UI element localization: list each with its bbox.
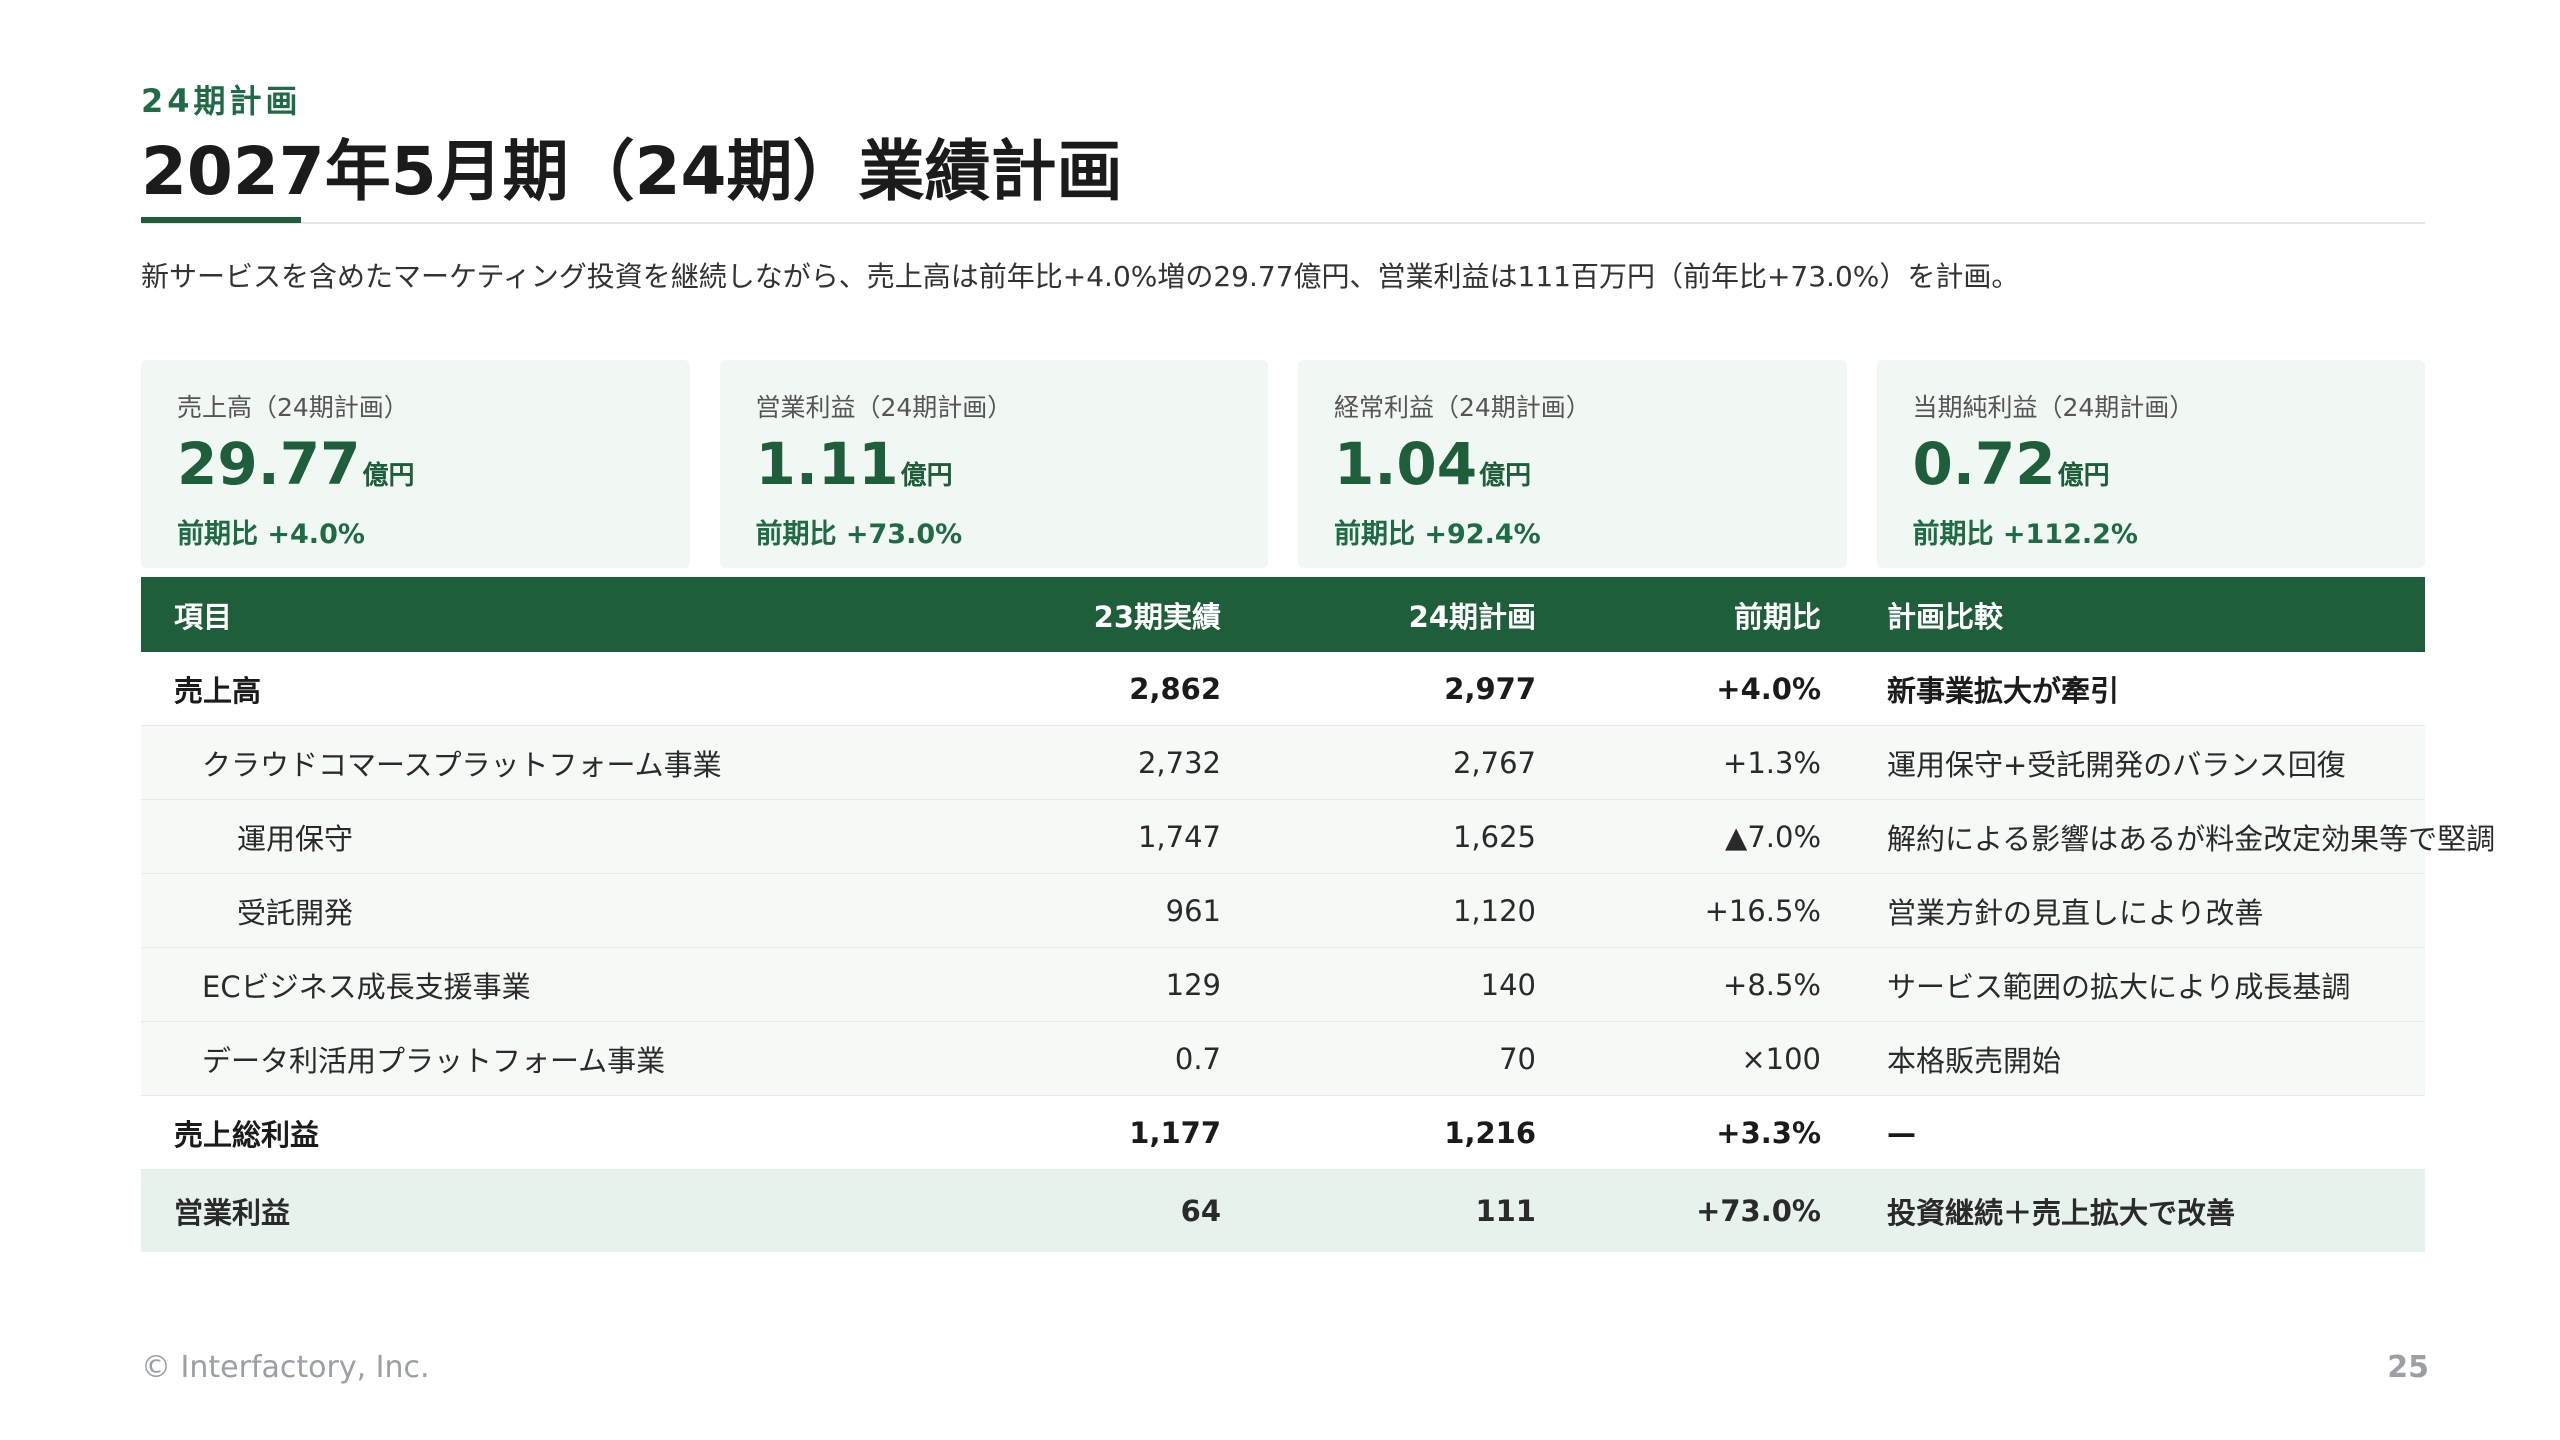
kpi-number: 1.04 [1334, 430, 1478, 498]
row-yoy: +1.3% [1536, 725, 1821, 800]
row-prev: 961 [911, 873, 1221, 948]
kpi-label: 経常利益（24期計画） [1334, 393, 1591, 422]
row-note: サービス範囲の拡大により成長基調 [1821, 947, 2425, 1022]
row-item: 運用保守 [141, 799, 911, 874]
row-note: 投資継続＋売上拡大で改善 [1821, 1169, 2425, 1252]
header-note: 計画比較 [1821, 577, 2425, 652]
row-note: 本格販売開始 [1821, 1021, 2425, 1096]
row-note: — [1821, 1095, 2425, 1170]
kpi-unit: 億円 [900, 461, 953, 491]
row-yoy: +73.0% [1536, 1169, 1821, 1252]
header-item: 項目 [141, 577, 911, 652]
table-row-total: 営業利益 64 111 +73.0% 投資継続＋売上拡大で改善 [141, 1169, 2425, 1252]
kpi-value: 0.72億円 [1913, 430, 2390, 498]
kpi-unit: 億円 [362, 461, 415, 491]
kpi-diff: 前期比 +4.0% [177, 519, 365, 550]
row-item: 売上高 [141, 652, 911, 726]
row-yoy: +3.3% [1536, 1095, 1821, 1170]
row-item: 営業利益 [141, 1169, 911, 1252]
header-yoy: 前期比 [1536, 577, 1821, 652]
header-plan: 24期計画 [1221, 577, 1536, 652]
kpi-card-operating-profit: 営業利益（24期計画） 1.11億円 前期比 +73.0% [719, 360, 1268, 568]
kpi-diff: 前期比 +112.2% [1912, 519, 2138, 550]
page-number: 25 [2387, 1350, 2429, 1385]
kpi-card-sales: 売上高（24期計画） 29.77億円 前期比 +4.0% [141, 360, 690, 568]
row-plan: 70 [1221, 1021, 1536, 1096]
lead-text: 新サービスを含めたマーケティング投資を継続しながら、売上高は前年比+4.0%増の… [141, 260, 2020, 293]
kpi-diff: 前期比 +73.0% [755, 519, 963, 550]
title-divider [141, 222, 2425, 224]
table-row: 売上総利益 1,177 1,216 +3.3% — [141, 1095, 2425, 1170]
page-title: 2027年5月期（24期）業績計画 [141, 133, 1123, 210]
row-item: ECビジネス成長支援事業 [141, 947, 911, 1022]
row-plan: 1,120 [1221, 873, 1536, 948]
kpi-number: 1.11 [755, 430, 899, 498]
slide: 24期計画 2027年5月期（24期）業績計画 新サービスを含めたマーケティング… [0, 0, 2560, 1440]
row-prev: 1,177 [911, 1095, 1221, 1170]
title-divider-accent [141, 217, 301, 223]
row-plan: 2,767 [1221, 725, 1536, 800]
row-yoy: ▲7.0% [1536, 799, 1821, 874]
kpi-unit: 億円 [2057, 461, 2110, 491]
row-note: 運用保守+受託開発のバランス回復 [1821, 725, 2425, 800]
row-yoy: +16.5% [1536, 873, 1821, 948]
row-prev: 129 [911, 947, 1221, 1022]
row-item: データ利活用プラットフォーム事業 [141, 1021, 911, 1096]
kpi-unit: 億円 [1479, 461, 1532, 491]
row-note: 新事業拡大が牽引 [1821, 652, 2425, 726]
plan-table: 項目 23期実績 24期計画 前期比 計画比較 売上高 2,862 2,977 … [141, 577, 2495, 1252]
kpi-number: 29.77 [177, 430, 361, 498]
row-prev: 64 [911, 1169, 1221, 1252]
table-row: 売上高 2,862 2,977 +4.0% 新事業拡大が牽引 [141, 652, 2425, 726]
row-plan: 140 [1221, 947, 1536, 1022]
table-row: 運用保守 1,747 1,625 ▲7.0% 解約による影響はあるが料金改定効果… [141, 799, 2495, 874]
row-plan: 111 [1221, 1169, 1536, 1252]
row-plan: 1,216 [1221, 1095, 1536, 1170]
row-item: クラウドコマースプラットフォーム事業 [141, 725, 911, 800]
row-note: 営業方針の見直しにより改善 [1821, 873, 2425, 948]
table-header-row: 項目 23期実績 24期計画 前期比 計画比較 [141, 577, 2425, 652]
kpi-value: 1.11億円 [756, 430, 1233, 498]
header-prev: 23期実績 [911, 577, 1221, 652]
kpi-value: 29.77億円 [177, 430, 654, 498]
kpi-label: 営業利益（24期計画） [755, 393, 1013, 422]
row-prev: 2,732 [911, 725, 1221, 800]
kpi-cards: 売上高（24期計画） 29.77億円 前期比 +4.0% 営業利益（24期計画）… [141, 360, 2425, 568]
kpi-value: 1.04億円 [1334, 430, 1811, 498]
row-item: 受託開発 [141, 873, 911, 948]
row-yoy: ×100 [1536, 1021, 1821, 1096]
table-row: クラウドコマースプラットフォーム事業 2,732 2,767 +1.3% 運用保… [141, 725, 2425, 800]
kpi-diff: 前期比 +92.4% [1334, 519, 1541, 550]
row-plan: 1,625 [1221, 799, 1536, 874]
kpi-number: 0.72 [1912, 430, 2056, 498]
kpi-label: 売上高（24期計画） [177, 393, 409, 422]
copyright: © Interfactory, Inc. [141, 1350, 430, 1385]
row-note: 解約による影響はあるが料金改定効果等で堅調 [1821, 799, 2495, 874]
row-item: 売上総利益 [141, 1095, 911, 1170]
kpi-label: 当期純利益（24期計画） [1912, 393, 2195, 422]
row-prev: 1,747 [911, 799, 1221, 874]
row-prev: 2,862 [911, 652, 1221, 726]
kpi-card-net-income: 当期純利益（24期計画） 0.72億円 前期比 +112.2% [1876, 360, 2425, 568]
table-row: データ利活用プラットフォーム事業 0.7 70 ×100 本格販売開始 [141, 1021, 2425, 1096]
row-yoy: +8.5% [1536, 947, 1821, 1022]
row-plan: 2,977 [1221, 652, 1536, 726]
row-prev: 0.7 [911, 1021, 1221, 1096]
section-eyebrow: 24期計画 [141, 82, 302, 120]
kpi-card-ordinary-profit: 経常利益（24期計画） 1.04億円 前期比 +92.4% [1298, 360, 1847, 568]
table-row: ECビジネス成長支援事業 129 140 +8.5% サービス範囲の拡大により成… [141, 947, 2425, 1022]
table-row: 受託開発 961 1,120 +16.5% 営業方針の見直しにより改善 [141, 873, 2425, 948]
row-yoy: +4.0% [1536, 652, 1821, 726]
